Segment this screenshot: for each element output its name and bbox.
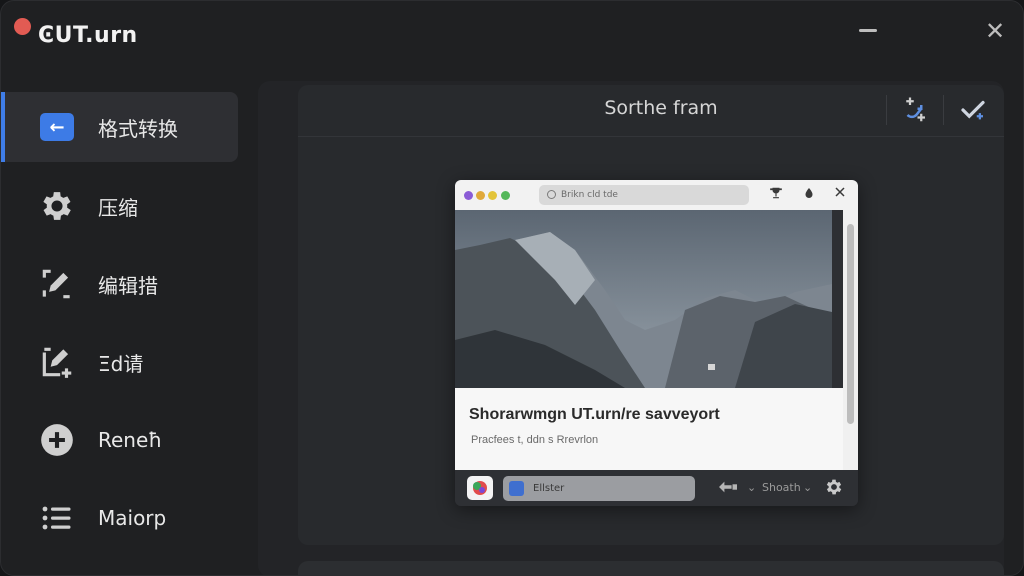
preview-card: Shorarwmgn UT.urn/re savveyort Pracfees …: [455, 388, 843, 470]
preview-toolbar: Ellster ⌄ Shoath ⌄: [455, 470, 858, 506]
back-arrow-icon: ←: [37, 107, 77, 147]
sidebar-item-label: Reneħ: [98, 428, 163, 452]
sidebar-item-renew[interactable]: Reneħ: [1, 405, 238, 475]
plus-circle-icon: [37, 420, 77, 460]
control-label[interactable]: Shoath: [762, 478, 801, 498]
drop-icon[interactable]: [800, 186, 818, 204]
sidebar-item-compress[interactable]: 压缩: [1, 171, 238, 241]
minimize-icon[interactable]: [859, 29, 877, 32]
sidebar-item-label: 编辑措: [98, 273, 158, 298]
app-logo-icon[interactable]: [467, 476, 493, 500]
url-bar[interactable]: Brikn cld tde: [539, 185, 749, 205]
sidebar-item-format-convert[interactable]: ← 格式转换: [1, 92, 238, 162]
title-bar: ϾUT.urn ✕: [1, 1, 1023, 71]
preview-window: Brikn cld tde Shorarwmgn UT.urn/re savve…: [455, 180, 858, 506]
list-icon: [37, 498, 77, 538]
close-icon[interactable]: [831, 186, 849, 204]
card-subtitle: Pracfees t, ddn s Rrevrlon: [471, 434, 599, 446]
gear-icon: [37, 186, 77, 226]
sidebar-item-add-edit[interactable]: Ξd请: [1, 327, 238, 397]
scroll-thumb[interactable]: [847, 224, 854, 424]
panel-header: Sorthe fram: [298, 85, 1004, 137]
mountain-image: [455, 210, 832, 388]
dot-icon: [476, 191, 485, 200]
dot-icon: [501, 191, 510, 200]
field-icon: [509, 481, 524, 496]
chevron-down-icon: ⌄: [747, 481, 757, 494]
divider: [943, 95, 944, 125]
close-dot-icon[interactable]: [14, 18, 31, 35]
edit-pen-icon: [37, 264, 77, 304]
sidebar: ← 格式转换 压缩 编辑措 Ξd请 Reneħ Maiorp: [1, 81, 247, 575]
app-title: ϾUT.urn: [38, 23, 138, 48]
move-icon[interactable]: [717, 478, 739, 503]
app-window: ϾUT.urn ✕ ← 格式转换 压缩 编辑措 Ξd请 Reneħ Maiorp…: [0, 0, 1024, 576]
dot-icon: [464, 191, 473, 200]
search-icon: [547, 190, 556, 199]
text-field[interactable]: Ellster: [503, 476, 695, 501]
add-edit-icon: [37, 342, 77, 382]
dot-icon: [488, 191, 497, 200]
sidebar-item-more[interactable]: Maiorp: [1, 483, 238, 553]
field-text: Ellster: [533, 483, 565, 494]
sidebar-item-label: Maiorp: [98, 506, 167, 530]
done-check-icon[interactable]: [958, 95, 988, 125]
swap-icon[interactable]: [900, 95, 930, 125]
trophy-icon[interactable]: [767, 186, 785, 204]
settings-gear-icon[interactable]: [824, 477, 844, 504]
close-icon[interactable]: ✕: [983, 19, 1007, 43]
sidebar-item-label: 压缩: [98, 195, 138, 220]
chevron-down-icon: ⌄: [803, 481, 813, 494]
sidebar-item-label: 格式转换: [98, 116, 178, 141]
preview-titlebar: Brikn cld tde: [455, 180, 858, 210]
scrollbar[interactable]: [843, 210, 858, 470]
sidebar-item-edit[interactable]: 编辑措: [1, 249, 238, 319]
bottom-panel: [298, 561, 1004, 575]
url-text: Brikn cld tde: [561, 190, 618, 200]
sidebar-item-label: Ξd请: [98, 351, 144, 376]
card-title: Shorarwmgn UT.urn/re savveyort: [469, 406, 720, 423]
divider: [886, 95, 887, 125]
